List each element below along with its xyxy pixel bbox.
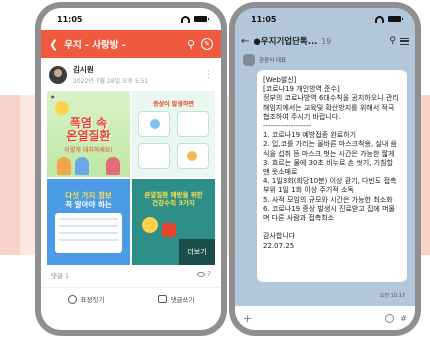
more-images-button[interactable]: 더보기	[179, 239, 215, 265]
tile-title-highlight: 다섯 가지 정보	[65, 191, 112, 200]
comment-count[interactable]: 댓글 1	[51, 270, 69, 280]
tile-title-line: 꼭 알아야 하는	[65, 200, 112, 209]
post-actions: 표정짓기 댓글쓰기	[41, 287, 221, 310]
post-date: 2022년 7월 28일 오후 5:51	[73, 78, 149, 85]
status-icons	[375, 15, 403, 23]
eye-icon	[196, 271, 205, 277]
view-count-wrap: 7	[196, 270, 211, 280]
status-bar: 11:05	[41, 8, 221, 30]
status-time: 11:05	[251, 14, 277, 24]
right-phone-frame: 11:05 ← ●우지기업단톡... 19 ⚲ 관광식 대표 [Web발신] […	[229, 2, 421, 336]
emotion-label: 표정짓기	[80, 296, 105, 304]
sender-name: 관광식 대표	[259, 58, 287, 64]
person-illustration-icon	[57, 157, 71, 175]
author-name[interactable]: 김시원	[73, 64, 148, 75]
avatar[interactable]	[49, 65, 67, 84]
sun-icon	[55, 101, 69, 115]
message-time: 오전 10:17	[379, 293, 405, 299]
chat-message-bubble[interactable]: [Web발신] [코로나19 개인방역 준수] 정부의 코로나방역 6대수칙을 …	[257, 70, 407, 282]
sender-row: 관광식 대표	[235, 52, 415, 68]
fan-icon	[142, 217, 158, 233]
tile-brand-icon: ●	[51, 94, 55, 99]
band-title: 우지 - 사랑방 -	[64, 40, 126, 51]
tile-subtitle: 이렇게 대처하세요!	[64, 147, 113, 154]
ice-icon	[187, 151, 197, 161]
chat-title: ●우지기업단톡...	[253, 37, 318, 47]
wifi-icon	[375, 15, 384, 23]
image-tile-heatwave[interactable]: ● 폭염 속 온열질환 이렇게 대처하세요!	[47, 91, 130, 177]
band-app-screen: 11:05 ❮ 우지 - 사랑방 - ⚲ ✎ 김시원 2022년 7월 28일 …	[41, 8, 221, 330]
background-band-edge-left	[0, 95, 20, 255]
emotion-button[interactable]: 표정짓기	[41, 288, 131, 310]
tile-title: 온열질환 예방을 위한 건강수칙 3가지	[144, 191, 203, 207]
water-drop-icon	[150, 119, 160, 129]
image-tile-health-rules[interactable]: 온열질환 예방을 위한 건강수칙 3가지 더보기	[132, 179, 215, 265]
write-icon[interactable]: ✎	[201, 38, 213, 50]
sender-avatar[interactable]	[243, 54, 255, 66]
member-count: 19	[321, 36, 331, 46]
menu-icon[interactable]	[400, 37, 409, 45]
status-time: 11:05	[57, 14, 83, 24]
info-card-icon	[138, 143, 170, 169]
search-icon[interactable]: ⚲	[187, 38, 195, 51]
kakao-chat-screen: 11:05 ← ●우지기업단톡... 19 ⚲ 관광식 대표 [Web발신] […	[235, 8, 415, 330]
comment-label: 댓글쓰기	[170, 296, 195, 304]
info-card-icon	[177, 111, 209, 137]
image-tile-five-tips[interactable]: 다섯 가지 정보 꼭 알아야 하는	[47, 179, 130, 265]
tile-headline: 폭염 속 온열질환	[66, 116, 111, 143]
battery-icon	[194, 16, 209, 22]
message-input[interactable]	[258, 311, 379, 325]
comment-icon	[157, 295, 167, 303]
person-illustration-icon	[106, 157, 120, 175]
comment-button[interactable]: 댓글쓰기	[131, 288, 221, 310]
chat-input-bar: + #	[235, 306, 415, 330]
search-icon[interactable]: ⚲	[389, 36, 396, 46]
post-stats: 댓글 1 7	[41, 265, 221, 285]
smile-icon	[67, 294, 77, 304]
plus-icon[interactable]: +	[243, 312, 252, 325]
wifi-icon	[181, 15, 190, 23]
back-arrow-icon[interactable]: ←	[241, 36, 249, 47]
status-bar: 11:05	[235, 8, 415, 30]
status-icons	[181, 15, 209, 23]
band-header: ❮ 우지 - 사랑방 - ⚲ ✎	[41, 30, 221, 58]
view-count: 7	[206, 270, 211, 278]
more-options-icon[interactable]: ⋮	[204, 70, 213, 80]
checklist-illustration	[55, 213, 122, 253]
chat-header: ← ●우지기업단톡... 19 ⚲	[235, 30, 415, 52]
post-author: 김시원 2022년 7월 28일 오후 5:51 ⋮	[41, 58, 221, 91]
person-illustration-icon	[75, 157, 89, 175]
back-arrow-icon[interactable]: ❮	[49, 38, 58, 51]
hash-icon[interactable]: #	[400, 314, 407, 323]
tile-title: 증상이 발생하면	[153, 101, 194, 108]
left-phone-frame: 11:05 ❮ 우지 - 사랑방 - ⚲ ✎ 김시원 2022년 7월 28일 …	[35, 2, 227, 336]
image-tile-symptoms[interactable]: 증상이 발생하면	[132, 91, 215, 177]
tile-title: 다섯 가지 정보 꼭 알아야 하는	[47, 191, 130, 209]
emoji-icon[interactable]	[385, 313, 395, 323]
medicine-icon	[162, 223, 176, 237]
battery-icon	[388, 16, 403, 22]
post-image-grid: ● 폭염 속 온열질환 이렇게 대처하세요! 증상이 발생하면 다섯 가지 정보…	[47, 91, 215, 265]
